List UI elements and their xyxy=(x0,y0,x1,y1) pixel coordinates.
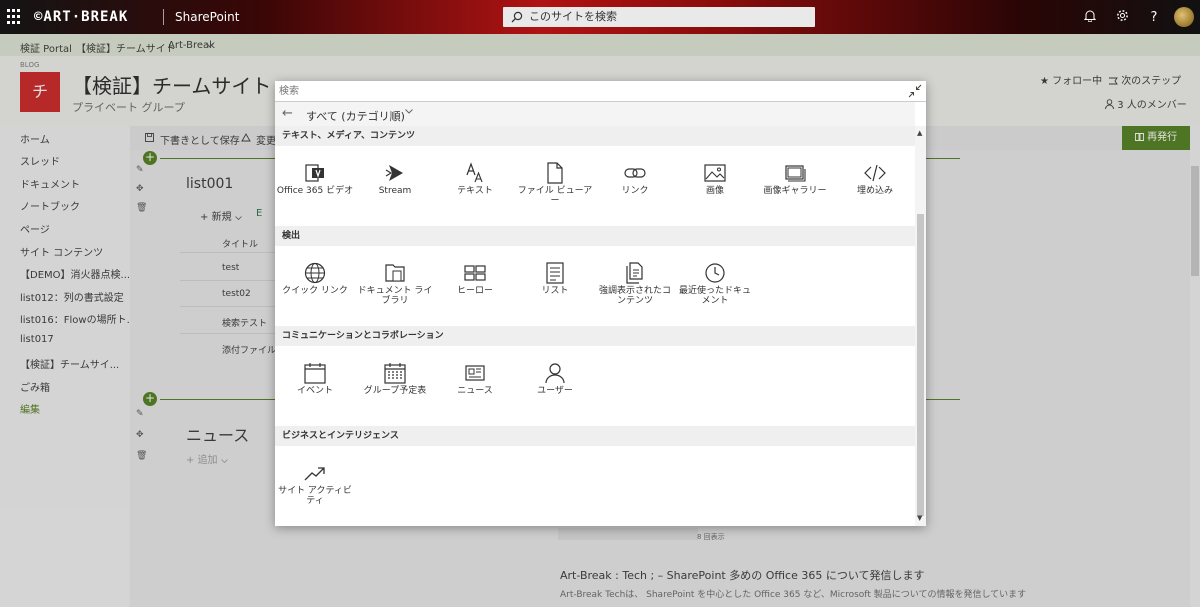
clock-icon xyxy=(705,263,725,283)
webpart-tile-site-activity[interactable]: サイト アクティビティ xyxy=(275,445,355,525)
scroll-up-arrow[interactable]: ▲ xyxy=(917,129,922,137)
webpart-tile-label: 強調表示されたコンテンツ xyxy=(598,286,671,306)
help-icon[interactable]: ? xyxy=(1138,10,1170,25)
stream-icon xyxy=(385,165,403,181)
text-icon xyxy=(466,162,483,183)
webpart-tile-label: ヒーロー xyxy=(456,286,493,296)
webpart-tile-news[interactable]: ニュース xyxy=(435,345,515,425)
webpart-tile-label: 最近使ったドキュメント xyxy=(678,286,751,306)
webpart-tile-label: ドキュメント ライブラリ xyxy=(357,286,433,306)
category-filter-dropdown[interactable]: すべて (カテゴリ順) xyxy=(306,108,405,124)
webpart-tile-embed[interactable]: 埋め込み xyxy=(835,145,915,225)
toolbox-search-bar xyxy=(275,81,926,102)
webpart-tile-label: 画像 xyxy=(705,186,724,196)
file-viewer-icon xyxy=(547,162,563,184)
webpart-tile-users[interactable]: ユーザー xyxy=(515,345,595,425)
webpart-tile-label: Stream xyxy=(378,186,412,196)
webpart-tile-label: Office 365 ビデオ xyxy=(276,186,354,196)
search-icon xyxy=(511,11,523,23)
webpart-tile-label: 画像ギャラリー xyxy=(763,186,827,196)
group-calendar-icon xyxy=(384,363,406,384)
webpart-tile-label: イベント xyxy=(296,386,333,396)
webpart-tile-label: ニュース xyxy=(457,386,493,396)
webpart-tile-label: ユーザー xyxy=(537,386,573,396)
webpart-tile-label: サイト アクティビティ xyxy=(278,486,352,506)
category-header-communication: コミュニケーションとコラボレーション xyxy=(275,326,915,346)
webpart-tile-label: リンク xyxy=(621,186,649,196)
toolbox-scrollbar[interactable]: ▲ ▼ xyxy=(915,126,926,526)
webpart-tile-hero[interactable]: ヒーロー xyxy=(435,245,515,325)
brand-logo[interactable]: ©ART·BREAK xyxy=(34,9,128,25)
news-icon xyxy=(465,365,485,381)
webpart-tile-label: 埋め込み xyxy=(856,186,893,196)
document-library-icon xyxy=(385,264,405,282)
toolbox-filter-bar: ← すべて (カテゴリ順) xyxy=(275,102,915,126)
webpart-tile-link[interactable]: リンク xyxy=(595,145,675,225)
webpart-tile-text[interactable]: テキスト xyxy=(435,145,515,225)
logo-divider xyxy=(163,9,164,25)
webpart-tile-label: グループ予定表 xyxy=(363,386,427,396)
image-icon xyxy=(704,164,726,182)
link-icon xyxy=(624,168,646,178)
gear-icon[interactable] xyxy=(1106,9,1138,26)
site-search-box[interactable]: このサイトを検索 xyxy=(503,7,815,27)
avatar[interactable] xyxy=(1174,7,1194,27)
webpart-tile-label: テキスト xyxy=(457,186,493,196)
webpart-tile-stream[interactable]: Stream xyxy=(355,145,435,225)
webpart-tile-label: リスト xyxy=(541,286,569,296)
bell-icon[interactable] xyxy=(1074,9,1106,26)
webpart-tile-list[interactable]: リスト xyxy=(515,245,595,325)
site-search-placeholder: このサイトを検索 xyxy=(529,10,617,23)
globe-icon xyxy=(304,262,326,284)
back-arrow-icon[interactable]: ← xyxy=(282,106,293,121)
webpart-tile-label: ファイル ビューアー xyxy=(517,186,593,206)
webpart-tile-label: クイック リンク xyxy=(282,286,348,296)
scroll-down-arrow[interactable]: ▼ xyxy=(917,514,922,522)
toolbox-search-input[interactable] xyxy=(279,84,879,99)
person-icon xyxy=(545,363,565,384)
webpart-tile-image-gallery[interactable]: 画像ギャラリー xyxy=(755,145,835,225)
chevron-down-icon[interactable] xyxy=(405,109,413,114)
webpart-tile-file-viewer[interactable]: ファイル ビューアー xyxy=(515,145,595,225)
app-name[interactable]: SharePoint xyxy=(175,10,239,24)
webpart-tile-highlighted-content[interactable]: 強調表示されたコンテンツ xyxy=(595,245,675,325)
suite-icons: ? xyxy=(1074,0,1200,34)
webpart-tile-events[interactable]: イベント xyxy=(275,345,355,425)
webpart-tile-quick-links[interactable]: クイック リンク xyxy=(275,245,355,325)
webpart-tile-image[interactable]: 画像 xyxy=(675,145,755,225)
webpart-tile-recent-documents[interactable]: 最近使ったドキュメント xyxy=(675,245,755,325)
collapse-icon[interactable] xyxy=(908,84,922,98)
image-gallery-icon xyxy=(785,165,806,182)
calendar-icon xyxy=(304,363,326,384)
office365-video-icon xyxy=(305,164,324,182)
trend-icon xyxy=(304,467,325,481)
embed-icon xyxy=(864,164,886,182)
category-header-text-media: テキスト、メディア、コンテンツ xyxy=(275,126,915,146)
hero-icon xyxy=(464,265,486,281)
app-launcher-icon[interactable] xyxy=(7,9,23,25)
scroll-thumb[interactable] xyxy=(917,214,924,516)
webpart-toolbox: ← すべて (カテゴリ順) ▲ ▼ テキスト、メディア、コンテンツ Office… xyxy=(275,81,926,526)
webpart-tile-document-library[interactable]: ドキュメント ライブラリ xyxy=(355,245,435,325)
list-icon xyxy=(546,262,564,284)
webpart-tile-group-calendar[interactable]: グループ予定表 xyxy=(355,345,435,425)
highlighted-content-icon xyxy=(626,262,643,284)
category-header-discover: 検出 xyxy=(275,226,915,246)
suite-bar: ©ART·BREAK SharePoint このサイトを検索 ? xyxy=(0,0,1200,34)
category-header-business: ビジネスとインテリジェンス xyxy=(275,426,915,446)
webpart-tile-office365-video[interactable]: Office 365 ビデオ xyxy=(275,145,355,225)
